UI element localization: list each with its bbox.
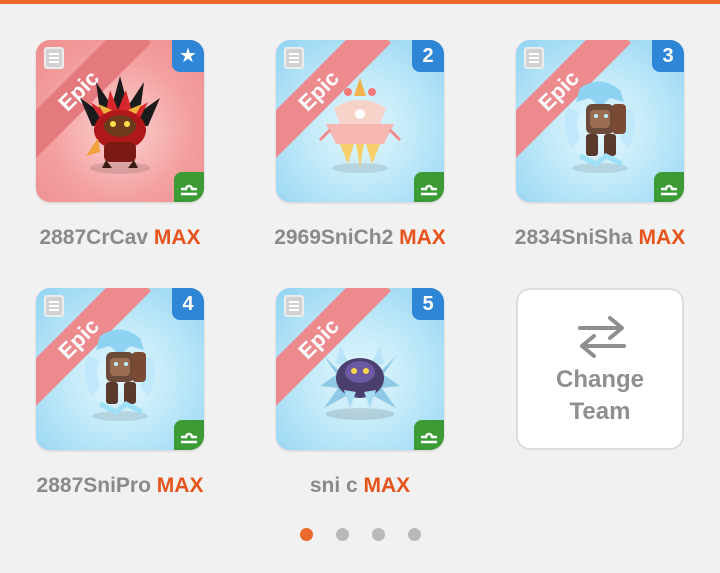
monster-slot-2[interactable]: Epic 2 2969SniCh2 MAX [260, 40, 460, 250]
monster-name-label: 2887CrCav MAX [20, 226, 220, 250]
monster-slot-5[interactable]: Epic 5 sni c MAX [260, 288, 460, 498]
doc-icon[interactable] [44, 47, 64, 69]
max-level-tag: MAX [156, 474, 204, 497]
libra-element-icon [174, 172, 204, 202]
doc-icon[interactable] [524, 47, 544, 69]
slot-number-badge: 3 [652, 40, 684, 72]
max-level-tag: MAX [363, 474, 411, 497]
monster-name-label: 2969SniCh2 MAX [260, 226, 460, 250]
max-level-tag: MAX [399, 226, 446, 249]
monster-card[interactable]: Epic 4 [36, 288, 204, 450]
slot-number-badge: 5 [412, 288, 444, 320]
max-level-tag: MAX [638, 226, 686, 249]
doc-icon[interactable] [284, 295, 304, 317]
monster-name: 2887CrCav [39, 226, 149, 249]
monster-name-label: 2834SniSha MAX [500, 226, 700, 250]
monster-portrait-ice-warrior [84, 329, 156, 421]
monster-card[interactable]: Epic ★ [36, 40, 204, 202]
monster-slot-1[interactable]: Epic ★ 2887CrCav MAX [20, 40, 220, 250]
monster-card[interactable]: Epic 5 [276, 288, 444, 450]
max-level-tag: MAX [153, 226, 201, 249]
monster-slot-3[interactable]: Epic 3 2834SniSha MAX [500, 40, 700, 250]
page-dot-3[interactable] [372, 528, 385, 541]
monster-name-label: 2887SniPro MAX [20, 474, 220, 498]
doc-icon[interactable] [44, 295, 64, 317]
libra-element-icon [174, 420, 204, 450]
page-dot-2[interactable] [336, 528, 349, 541]
doc-icon[interactable] [284, 47, 304, 69]
pagination-dots [0, 528, 720, 542]
change-team-label-line1: Change [555, 366, 644, 393]
monster-portrait-dragon [80, 76, 160, 174]
monster-portrait-ice-spider [320, 344, 400, 420]
libra-element-icon [654, 172, 684, 202]
slot-number-badge: 2 [412, 40, 444, 72]
monster-name: 2969SniCh2 [274, 226, 394, 249]
page-dot-1[interactable] [300, 528, 313, 541]
monster-card[interactable]: Epic 2 [276, 40, 444, 202]
change-team-label: Change Team [518, 364, 682, 428]
swap-arrows-icon [578, 316, 626, 358]
monster-name: 2834SniSha [514, 226, 633, 249]
monster-slot-4[interactable]: Epic 4 2887SniPro MAX [20, 288, 220, 498]
monster-portrait-ice-warrior [564, 81, 636, 173]
monster-name-label: sni c MAX [260, 474, 460, 498]
slot-number-badge: 4 [172, 288, 204, 320]
page-dot-4[interactable] [408, 528, 421, 541]
monster-portrait-crystal [318, 78, 402, 173]
libra-element-icon [414, 172, 444, 202]
change-team-button[interactable]: Change Team [516, 288, 684, 450]
change-team-label-line2: Team [569, 398, 631, 425]
header-accent-line [0, 0, 720, 4]
libra-element-icon [414, 420, 444, 450]
monster-name: sni c [309, 474, 358, 497]
monster-card[interactable]: Epic 3 [516, 40, 684, 202]
leader-star-badge: ★ [172, 40, 204, 72]
monster-name: 2887SniPro [36, 474, 151, 497]
